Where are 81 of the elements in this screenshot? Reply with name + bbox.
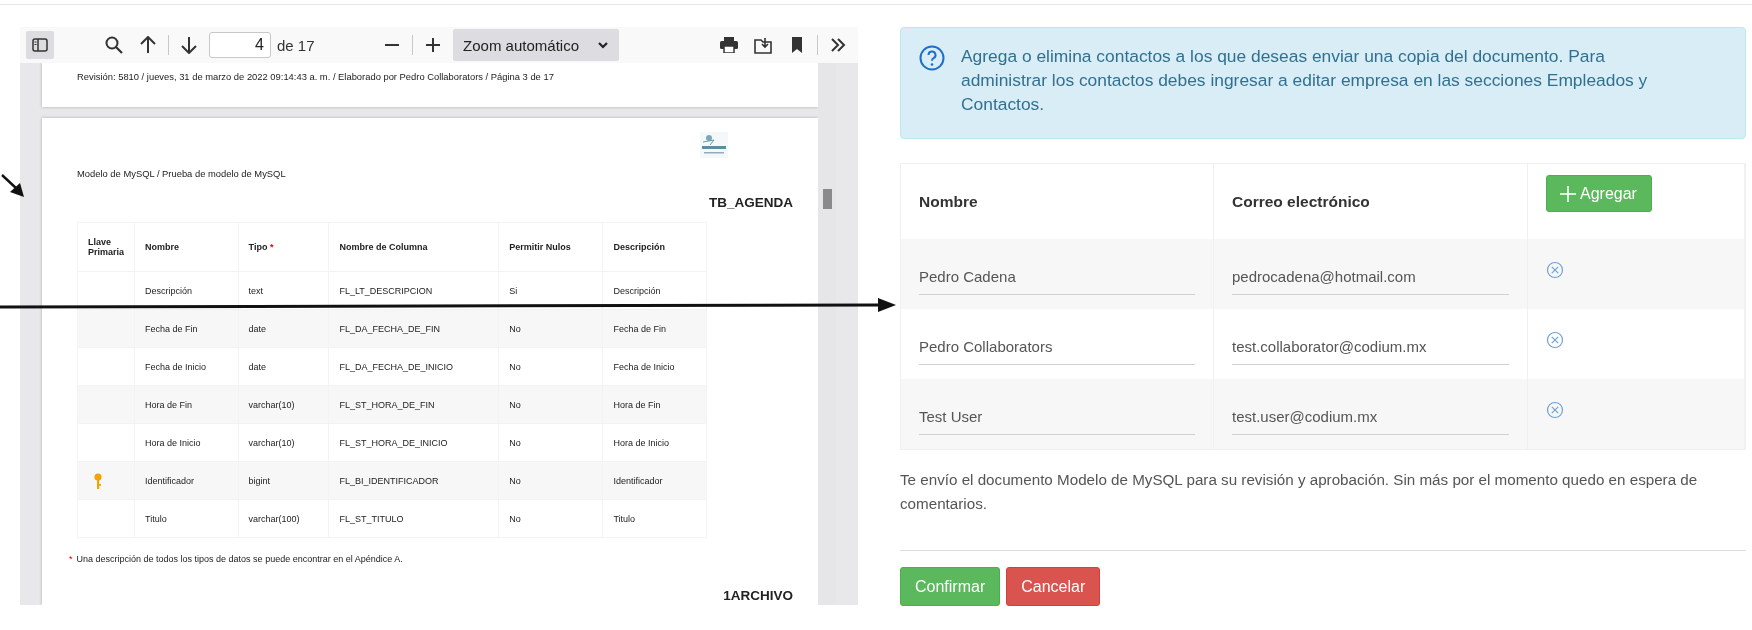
table-cell: Si	[509, 285, 518, 296]
name-field[interactable]: Pedro Cadena	[919, 259, 1195, 295]
table-cell: No	[509, 399, 521, 410]
table-cell: Hora de Fin	[145, 399, 193, 410]
up-arrow-icon	[140, 36, 156, 54]
column-header: Nombre de Columna	[339, 242, 428, 252]
circle-x-icon	[1546, 261, 1564, 279]
column-header: Tipo *	[248, 242, 274, 252]
cancel-button[interactable]: Cancelar	[1006, 567, 1101, 606]
table-cell: FL_ST_TITULO	[339, 513, 404, 524]
table-cell: varchar(100)	[248, 513, 300, 524]
column-header: Descripción	[613, 242, 665, 252]
page-count-label: de 17	[277, 36, 315, 54]
sidebar-icon	[32, 38, 48, 52]
email-field[interactable]: test.collaborator@codium.mx	[1232, 329, 1509, 365]
table-cell: No	[509, 475, 521, 486]
table-cell: Fecha de Inicio	[613, 361, 675, 372]
chevron-down-icon	[597, 41, 609, 49]
table-cell: Hora de Inicio	[613, 437, 669, 448]
page-number-field[interactable]: 4	[209, 32, 271, 58]
down-arrow-icon	[181, 36, 197, 54]
name-field[interactable]: Pedro Collaborators	[919, 329, 1195, 365]
column-header: Nombre	[919, 192, 978, 211]
name-field[interactable]: Test User	[919, 399, 1195, 435]
table-cell: FL_DA_FECHA_DE_FIN	[339, 323, 440, 334]
message-text: Te envío el documento Modelo de MySQL para su revisión y aprobación. Sin más por el momento quedo en espera de comentarios.	[900, 470, 1699, 514]
table-cell: FL_ST_HORA_DE_FIN	[339, 399, 435, 410]
table-cell: FL_ST_HORA_DE_INICIO	[339, 437, 448, 448]
table-cell: Fecha de Fin	[613, 323, 666, 334]
minus-icon	[384, 44, 401, 46]
table-cell: bigint	[248, 475, 271, 486]
circle-x-icon	[1546, 401, 1564, 419]
document-breadcrumb: Modelo de MySQL / Prueba de modelo de MySQL	[77, 168, 287, 179]
footnote-text: * Una descripción de todos los tipos de datos se puede encontrar en el Apéndice A.	[69, 554, 404, 564]
search-icon	[105, 36, 123, 54]
table-title: TB_AGENDA	[708, 195, 793, 210]
column-header: Correo electrónico	[1232, 192, 1370, 211]
table-cell: Titulo	[145, 513, 167, 524]
table-cell: No	[509, 323, 521, 334]
table-cell: Hora de Fin	[613, 399, 661, 410]
annotation-arrow	[1, 174, 24, 197]
table-cell: Fecha de Inicio	[145, 361, 207, 372]
table-cell: Identificador	[613, 475, 663, 486]
table-cell: varchar(10)	[248, 437, 295, 448]
company-logo-icon	[700, 132, 728, 158]
question-mark-icon	[919, 45, 945, 71]
email-field[interactable]: test.user@codium.mx	[1232, 399, 1509, 435]
printer-icon	[720, 37, 738, 53]
table-cell: FL_LT_DESCRIPCION	[339, 285, 433, 296]
table-cell: date	[248, 361, 267, 372]
table-cell: Descripción	[613, 285, 661, 296]
table-cell: FL_BI_IDENTIFICADOR	[339, 475, 439, 486]
key-icon	[94, 472, 102, 489]
table-cell: FL_DA_FECHA_DE_INICIO	[339, 361, 454, 372]
table-cell: Identificador	[145, 475, 195, 486]
email-field[interactable]: pedrocadena@hotmail.com	[1232, 259, 1509, 295]
column-header: Llave Primaria	[88, 237, 125, 257]
plus-icon	[425, 37, 442, 53]
table-cell: date	[248, 323, 267, 334]
circle-x-icon	[1546, 331, 1564, 349]
table-cell: Hora de Inicio	[145, 437, 201, 448]
bookmark-icon	[791, 37, 803, 53]
table-cell: Titulo	[613, 513, 636, 524]
sidebar-toggle-button[interactable]	[26, 31, 54, 59]
table-cell: No	[509, 513, 521, 524]
info-text: Agrega o elimina contactos a los que deseas enviar una copia del documento. Para administrar los contactos debes ingresar a editar empresa en las secciones Empleados y Contactos.	[961, 45, 1649, 116]
column-header: Permitir Nulos	[509, 242, 571, 252]
double-chevron-icon	[830, 38, 846, 52]
remove-button[interactable]	[1546, 331, 1564, 349]
zoom-dropdown[interactable]: Zoom automático	[453, 29, 619, 61]
folder-download-icon	[754, 36, 772, 54]
table-cell: Fecha de Fin	[145, 323, 198, 334]
column-header: Nombre	[145, 242, 180, 252]
table-cell: varchar(10)	[248, 399, 295, 410]
table-title: 1ARCHIVO	[722, 588, 793, 603]
plus-icon	[1560, 185, 1576, 202]
table-cell: text	[248, 285, 264, 296]
table-cell: Descripción	[145, 285, 193, 296]
table-cell: No	[509, 361, 521, 372]
page-footer-text: Revisión: 5810 / jueves, 31 de marzo de 2022 09:14:43 a. m. / Elaborado por Pedro Collaborators / Página 3 de 17	[77, 71, 555, 82]
table-cell: No	[509, 437, 521, 448]
